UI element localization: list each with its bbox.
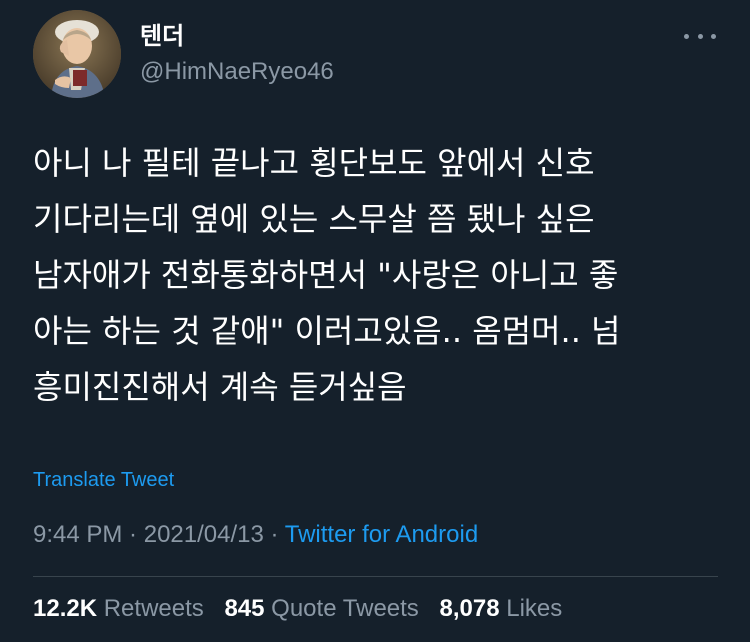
portrait-painting-avatar [33,10,121,98]
engagement-stats: 12.2K Retweets 845 Quote Tweets 8,078 Li… [33,595,576,623]
meta-separator: · [122,521,144,548]
likes-stat[interactable]: 8,078 Likes [439,595,562,622]
tweet-metadata: 9:44 PM · 2021/04/13 · Twitter for Andro… [33,521,478,549]
quote-tweets-count: 845 [224,595,265,622]
tweet-source-link[interactable]: Twitter for Android [285,521,478,548]
retweets-count: 12.2K [33,595,98,622]
dot [697,33,703,39]
meta-separator: · [263,521,285,548]
tweet-text: 아니 나 필테 끝나고 횡단보도 앞에서 신호 기다리는데 옆에 있는 스무살 … [33,144,621,406]
retweets-stat[interactable]: 12.2K Retweets [33,595,204,622]
translate-tweet-link[interactable]: Translate Tweet [33,469,174,492]
divider [33,576,718,577]
avatar[interactable] [33,10,121,98]
more-horizontal-icon[interactable] [684,26,716,46]
display-name[interactable]: 텐더 [140,22,184,50]
retweets-label: Retweets [103,595,204,622]
quote-tweets-stat[interactable]: 845 Quote Tweets [224,595,418,622]
dot [711,33,716,39]
tweet-detail: 텐더 @HimNaeRyeo46 아니 나 필테 끝나고 횡단보도 앞에서 신호… [0,0,750,642]
quote-tweets-label: Quote Tweets [271,595,419,622]
tweet-time[interactable]: 9:44 PM [33,521,122,548]
dot [684,33,689,39]
likes-label: Likes [506,595,563,622]
user-handle[interactable]: @HimNaeRyeo46 [140,58,334,86]
tweet-date[interactable]: 2021/04/13 [144,521,264,548]
likes-count: 8,078 [439,595,500,622]
